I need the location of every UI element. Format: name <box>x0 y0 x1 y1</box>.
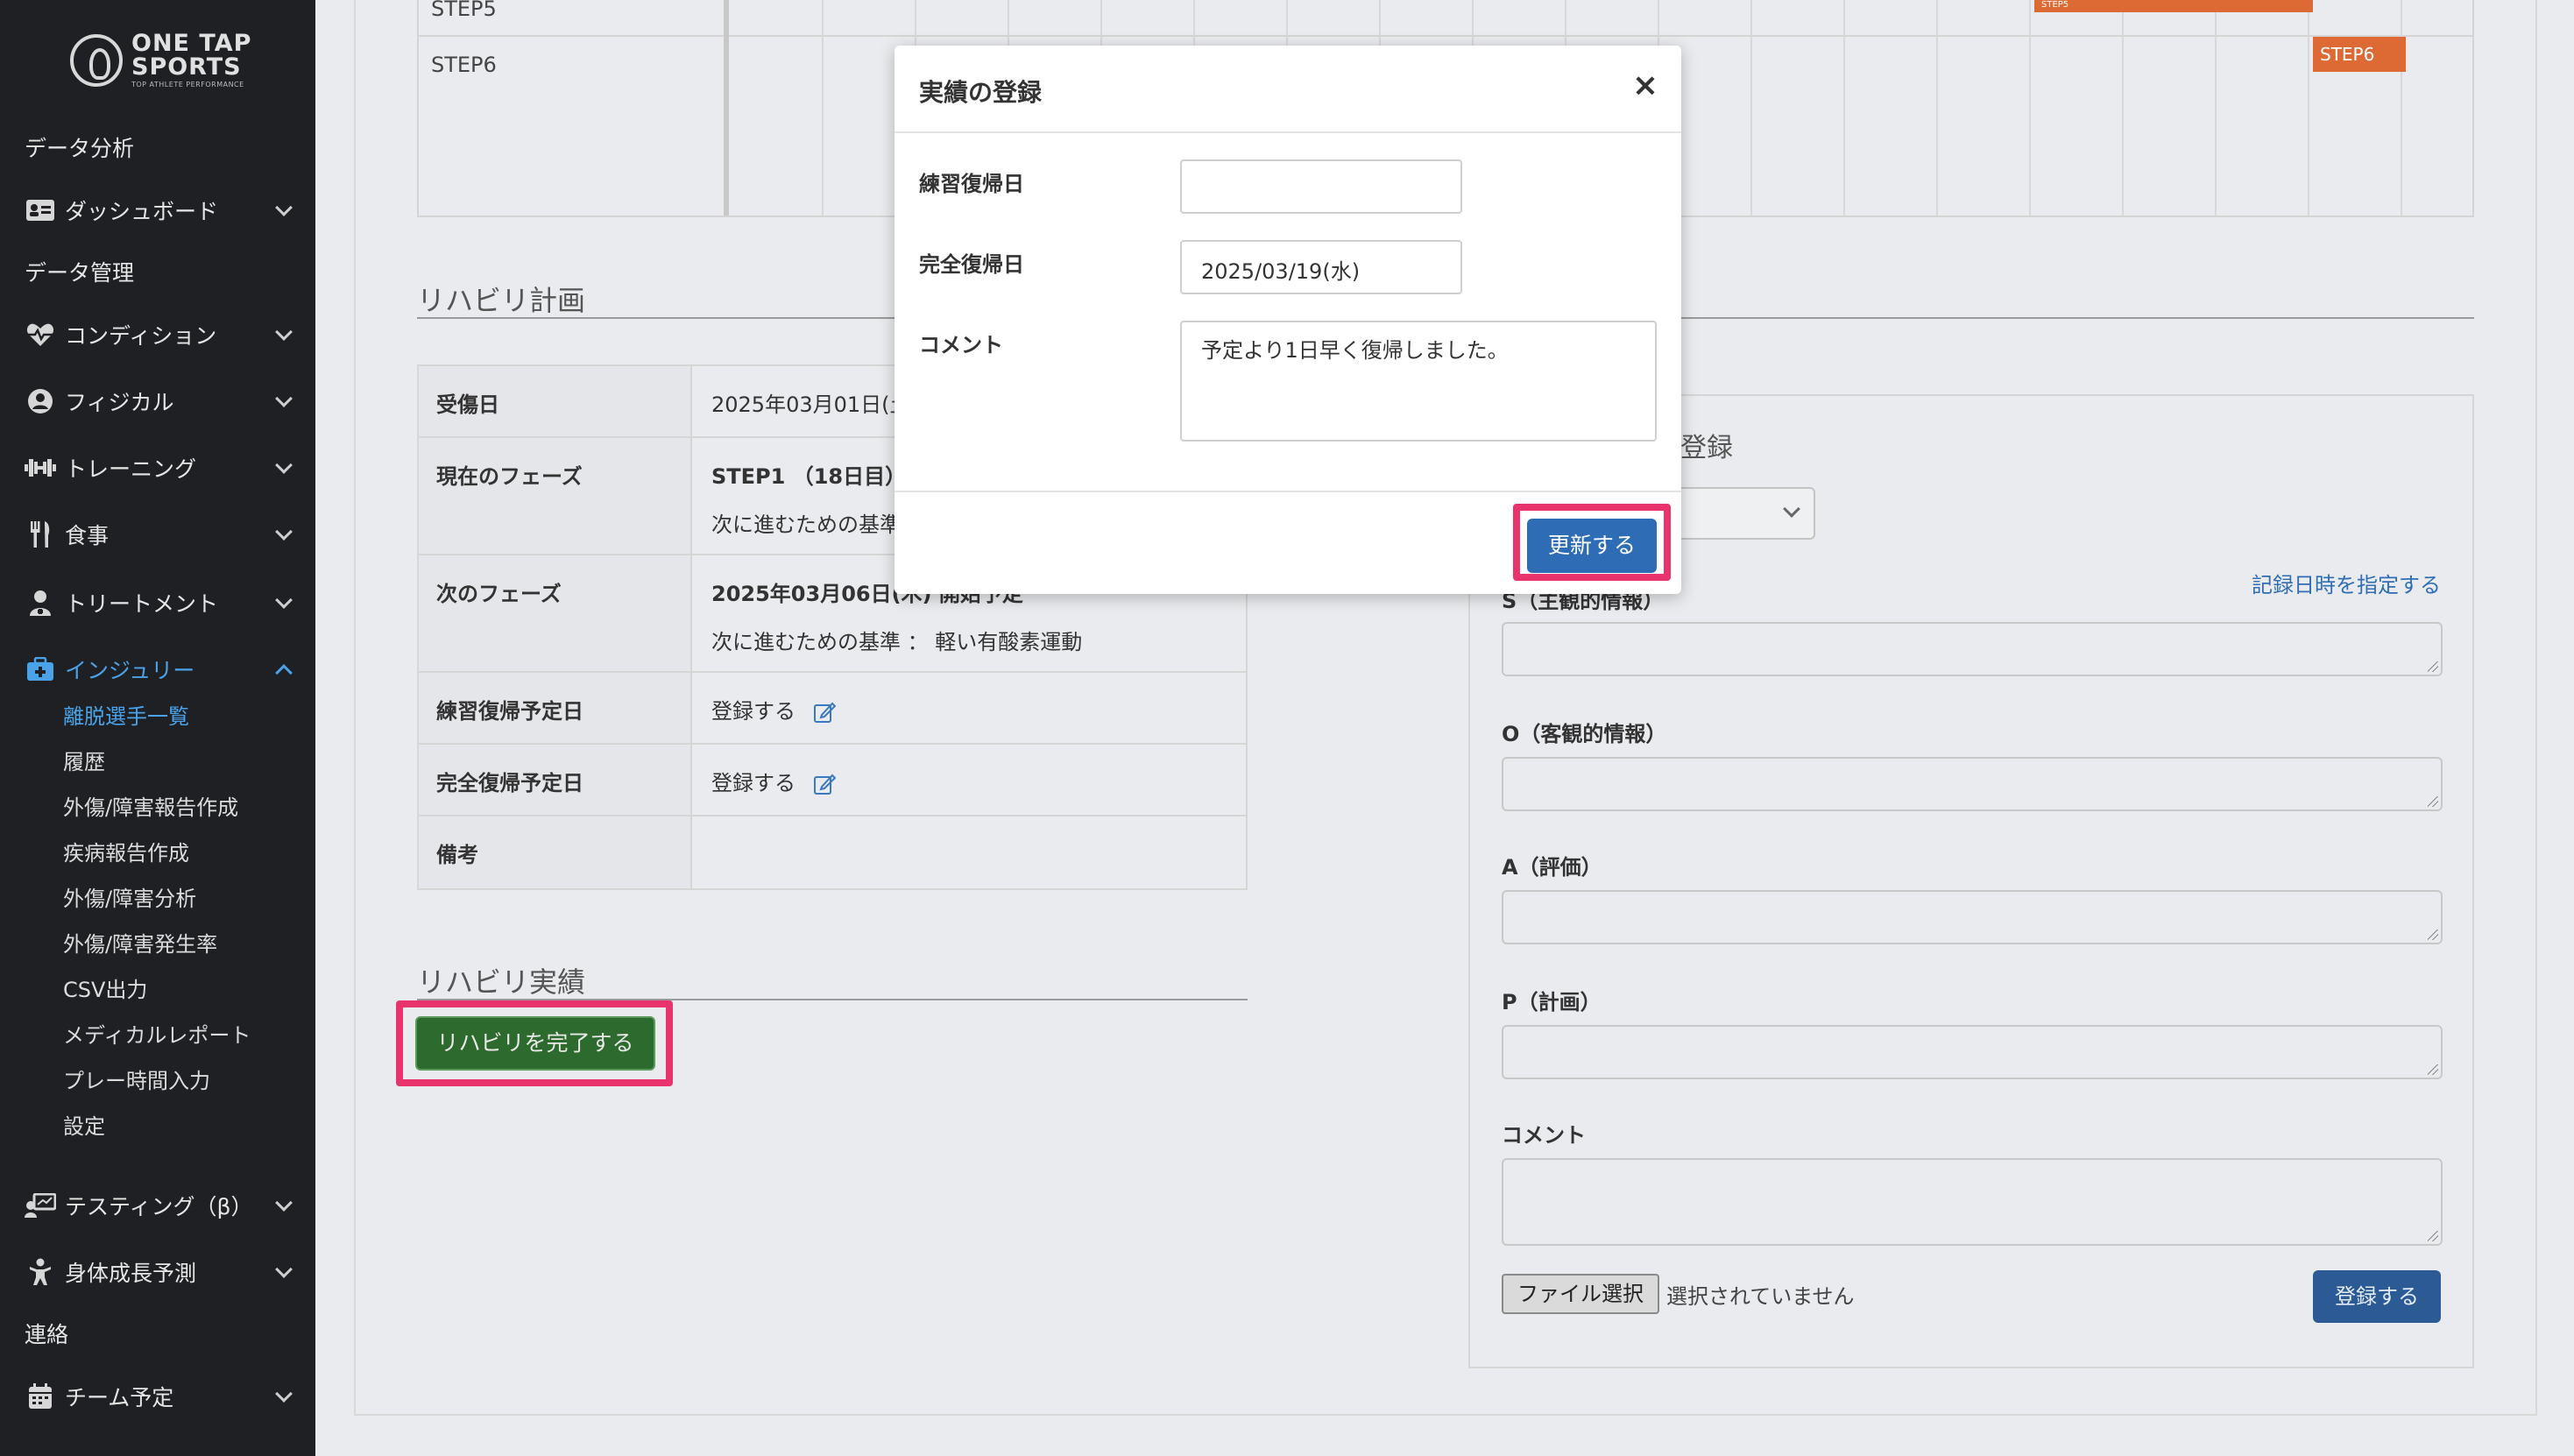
close-icon[interactable]: × <box>1632 70 1658 102</box>
practice-return-label: 練習復帰日 <box>919 172 1024 196</box>
practice-return-date-input[interactable] <box>1180 159 1462 214</box>
modal-title: 実績の登録 <box>919 78 1043 107</box>
highlight-frame <box>1513 504 1671 581</box>
comment-textarea[interactable]: 予定より1日早く復帰しました。 <box>1180 321 1657 442</box>
full-return-label: 完全復帰日 <box>919 252 1024 277</box>
comment-label: コメント <box>919 333 1003 357</box>
full-return-date-input[interactable]: 2025/03/19(水) <box>1180 240 1462 294</box>
